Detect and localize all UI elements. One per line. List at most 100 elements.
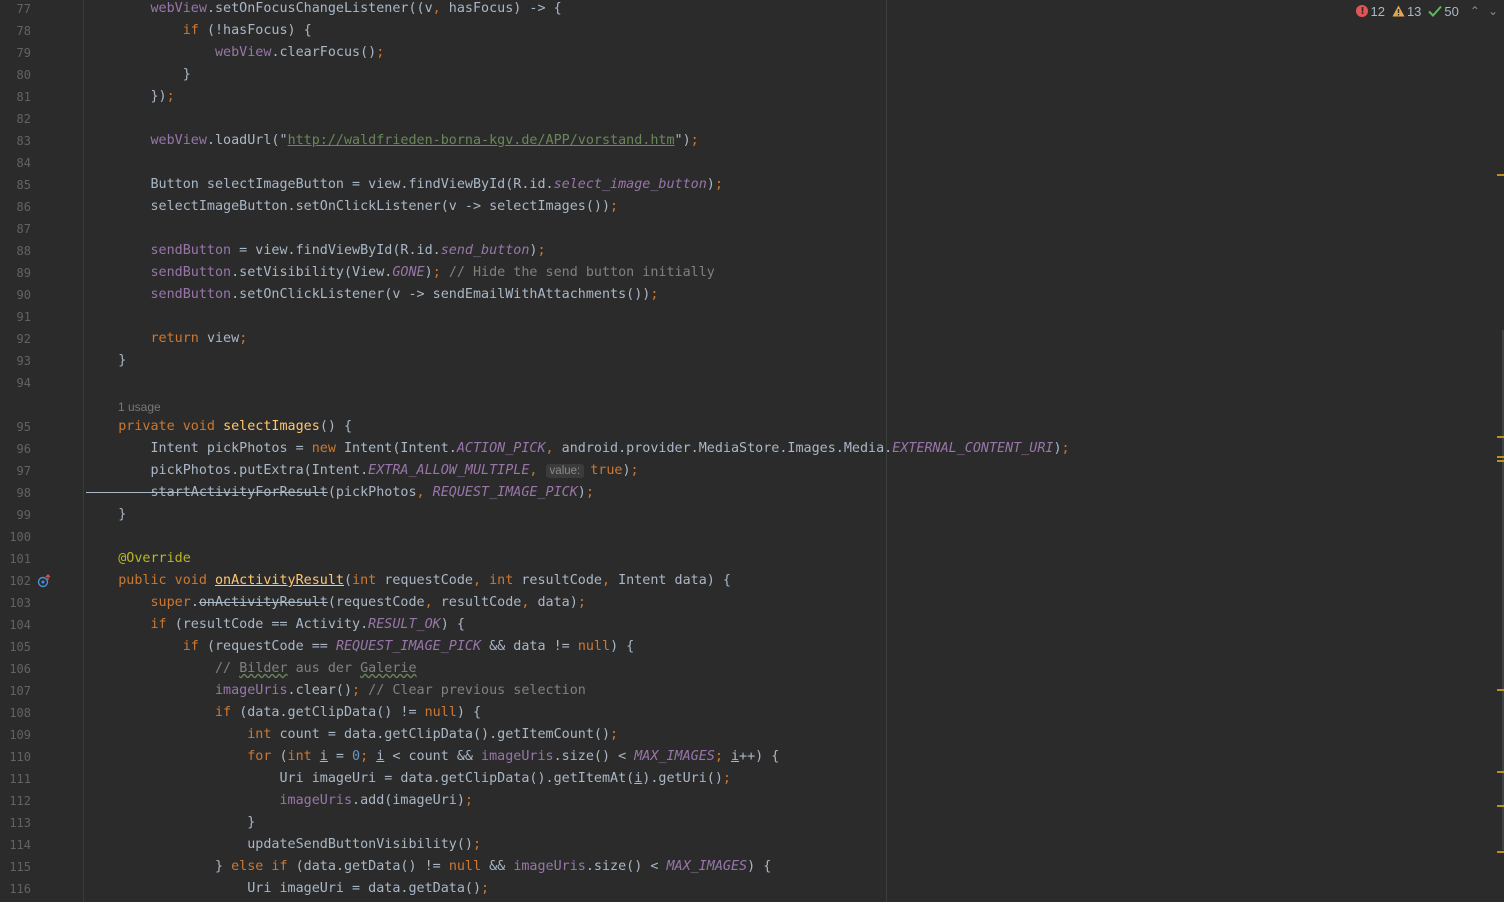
code-line[interactable]: 113 } (0, 812, 1504, 834)
code-text[interactable]: Uri imageUri = data.getData(); (86, 878, 489, 900)
code-text[interactable]: if (requestCode == REQUEST_IMAGE_PICK &&… (86, 636, 635, 658)
code-text[interactable]: startActivityForResult(pickPhotos, REQUE… (86, 482, 593, 504)
code-line[interactable]: 85 Button selectImageButton = view.findV… (0, 174, 1504, 196)
code-text[interactable]: imageUris.add(imageUri); (86, 790, 473, 812)
code-line[interactable]: 102 public void onActivityResult(int req… (0, 570, 1504, 592)
code-line[interactable]: 112 imageUris.add(imageUri); (0, 790, 1504, 812)
code-text[interactable]: sendButton = view.findViewById(R.id.send… (86, 240, 545, 262)
inspection-widget[interactable]: ! 12 13 50 ⌃ ⌄ (1356, 0, 1504, 22)
code-line[interactable]: 110 for (int i = 0; i < count && imageUr… (0, 746, 1504, 768)
code-line[interactable]: 99 } (0, 504, 1504, 526)
warning-marker[interactable] (1497, 456, 1504, 458)
code-text[interactable]: for (int i = 0; i < count && imageUris.s… (86, 746, 779, 768)
code-line[interactable]: 115 } else if (data.getData() != null &&… (0, 856, 1504, 878)
code-text[interactable]: Uri imageUri = data.getClipData().getIte… (86, 768, 731, 790)
code-line[interactable]: 108 if (data.getClipData() != null) { (0, 702, 1504, 724)
code-text[interactable]: imageUris.clear(); // Clear previous sel… (86, 680, 586, 702)
code-text[interactable]: webView.setOnFocusChangeListener((v, has… (86, 0, 561, 20)
code-text[interactable]: webView.clearFocus(); (86, 42, 384, 64)
code-line[interactable]: 105 if (requestCode == REQUEST_IMAGE_PIC… (0, 636, 1504, 658)
code-line[interactable]: 98 startActivityForResult(pickPhotos, RE… (0, 482, 1504, 504)
code-text[interactable]: } else if (data.getData() != null && ima… (86, 856, 771, 878)
warning-count[interactable]: 13 (1392, 4, 1421, 19)
code-lines[interactable]: 77 webView.setOnFocusChangeListener((v, … (0, 0, 1504, 900)
code-text[interactable]: updateSendButtonVisibility(); (86, 834, 481, 856)
code-text[interactable]: } (86, 350, 126, 372)
error-count[interactable]: ! 12 (1356, 4, 1385, 19)
warning-marker[interactable] (1497, 851, 1504, 853)
code-line[interactable]: 87 (0, 218, 1504, 240)
code-line[interactable]: 78 if (!hasFocus) { (0, 20, 1504, 42)
error-stripe[interactable] (1496, 0, 1504, 902)
code-line[interactable]: 93 } (0, 350, 1504, 372)
code-line[interactable]: 114 updateSendButtonVisibility(); (0, 834, 1504, 856)
code-text[interactable]: webView.loadUrl("http://waldfrieden-born… (86, 130, 698, 152)
code-line[interactable]: 77 webView.setOnFocusChangeListener((v, … (0, 0, 1504, 20)
weak-warning-count[interactable]: 50 (1428, 4, 1459, 19)
usage-hint[interactable]: 1 usage (118, 396, 161, 418)
code-text[interactable]: @Override (86, 548, 191, 570)
code-text[interactable]: // Bilder aus der Galerie (86, 658, 417, 680)
code-text[interactable]: private void selectImages() { (86, 416, 352, 438)
warning-marker[interactable] (1497, 460, 1504, 462)
code-line[interactable]: 101 @Override (0, 548, 1504, 570)
line-number: 113 (9, 816, 31, 830)
code-token: RESULT_OK (368, 617, 441, 632)
code-line[interactable]: 104 if (resultCode == Activity.RESULT_OK… (0, 614, 1504, 636)
warning-marker[interactable] (1497, 805, 1504, 807)
code-token: , (432, 1, 449, 16)
code-text[interactable]: sendButton.setOnClickListener(v -> sendE… (86, 284, 658, 306)
code-text[interactable]: } (86, 64, 191, 86)
code-text[interactable]: } (86, 812, 255, 834)
code-text[interactable]: super.onActivityResult(requestCode, resu… (86, 592, 585, 614)
previous-highlight-icon[interactable]: ⌃ (1470, 4, 1480, 18)
code-text[interactable]: selectImageButton.setOnClickListener(v -… (86, 196, 618, 218)
code-line[interactable]: 111 Uri imageUri = data.getClipData().ge… (0, 768, 1504, 790)
code-text[interactable]: public void onActivityResult(int request… (86, 570, 731, 592)
code-line[interactable]: 79 webView.clearFocus(); (0, 42, 1504, 64)
code-token: onActivityResult (215, 573, 344, 588)
code-token: GONE (392, 265, 425, 280)
code-line[interactable]: 83 webView.loadUrl("http://waldfrieden-b… (0, 130, 1504, 152)
warning-marker[interactable] (1497, 436, 1504, 438)
code-line[interactable]: 81 }); (0, 86, 1504, 108)
code-token: < count && (384, 749, 482, 764)
code-line[interactable]: 82 (0, 108, 1504, 130)
code-line[interactable]: 80 } (0, 64, 1504, 86)
code-text[interactable]: int count = data.getClipData().getItemCo… (86, 724, 618, 746)
code-line[interactable]: 96 Intent pickPhotos = new Intent(Intent… (0, 438, 1504, 460)
code-line[interactable]: 90 sendButton.setOnClickListener(v -> se… (0, 284, 1504, 306)
code-editor[interactable]: 77 webView.setOnFocusChangeListener((v, … (0, 0, 1504, 902)
code-text[interactable]: if (resultCode == Activity.RESULT_OK) { (86, 614, 464, 636)
code-line[interactable]: 116 Uri imageUri = data.getData(); (0, 878, 1504, 900)
override-method-icon[interactable] (37, 574, 51, 588)
warning-marker[interactable] (1497, 689, 1504, 691)
code-line[interactable]: 106 // Bilder aus der Galerie (0, 658, 1504, 680)
code-line[interactable]: 84 (0, 152, 1504, 174)
code-line[interactable]: 100 (0, 526, 1504, 548)
code-line[interactable]: 103 super.onActivityResult(requestCode, … (0, 592, 1504, 614)
code-text[interactable]: }); (86, 86, 174, 108)
code-line[interactable]: 86 selectImageButton.setOnClickListener(… (0, 196, 1504, 218)
code-text[interactable]: if (!hasFocus) { (86, 20, 312, 42)
code-text[interactable]: pickPhotos.putExtra(Intent.EXTRA_ALLOW_M… (86, 460, 639, 482)
parameter-inlay-hint: value: (545, 464, 585, 478)
code-text[interactable]: return view; (86, 328, 247, 350)
code-line[interactable]: 97 pickPhotos.putExtra(Intent.EXTRA_ALLO… (0, 460, 1504, 482)
code-line[interactable]: 107 imageUris.clear(); // Clear previous… (0, 680, 1504, 702)
code-text[interactable]: Intent pickPhotos = new Intent(Intent.AC… (86, 438, 1069, 460)
code-token: }) (86, 89, 167, 104)
warning-marker[interactable] (1497, 174, 1504, 176)
code-line[interactable]: 95 private void selectImages() { (0, 416, 1504, 438)
code-line[interactable]: 94 (0, 372, 1504, 394)
code-text[interactable]: } (86, 504, 126, 526)
code-line[interactable]: 92 return view; (0, 328, 1504, 350)
warning-marker[interactable] (1497, 771, 1504, 773)
code-line[interactable]: 88 sendButton = view.findViewById(R.id.s… (0, 240, 1504, 262)
code-text[interactable]: Button selectImageButton = view.findView… (86, 174, 722, 196)
code-text[interactable]: if (data.getClipData() != null) { (86, 702, 481, 724)
code-line[interactable]: 109 int count = data.getClipData().getIt… (0, 724, 1504, 746)
code-text[interactable]: sendButton.setVisibility(View.GONE); // … (86, 262, 714, 284)
code-line[interactable]: 91 (0, 306, 1504, 328)
code-line[interactable]: 89 sendButton.setVisibility(View.GONE); … (0, 262, 1504, 284)
